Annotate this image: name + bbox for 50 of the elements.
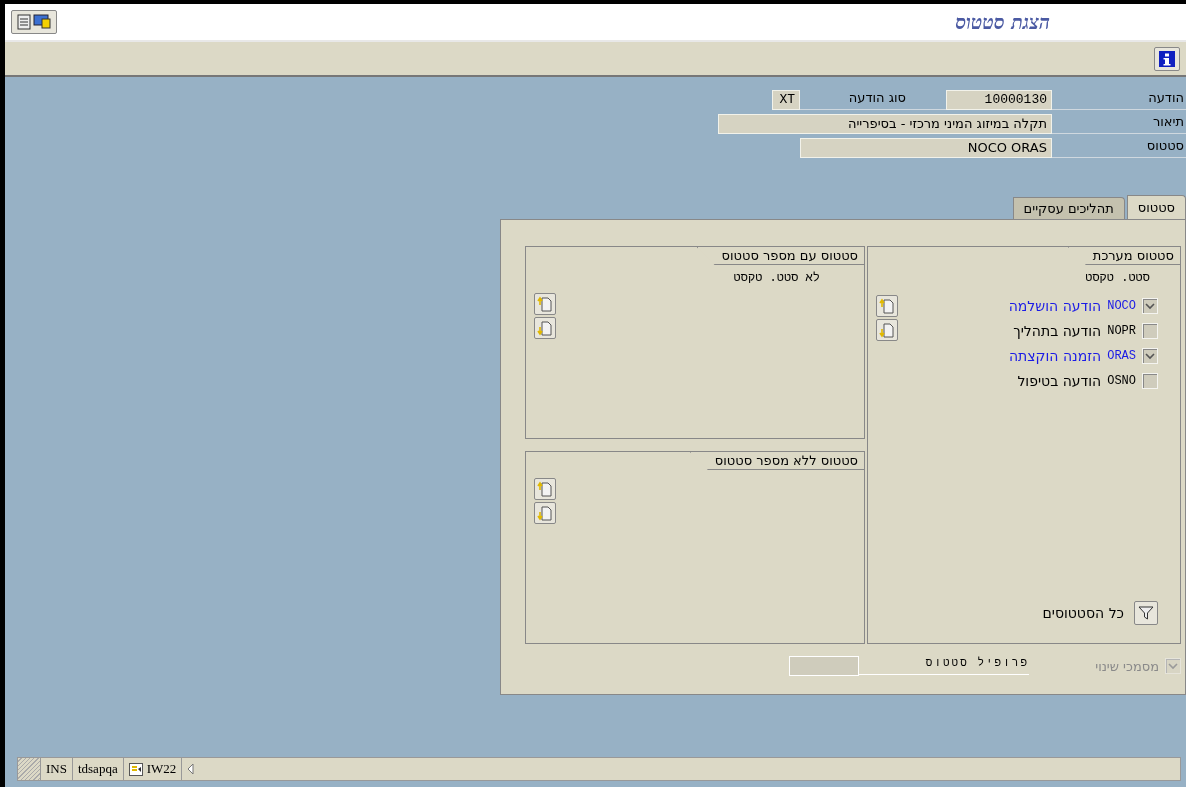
document-down-icon: [537, 505, 553, 521]
checkbox[interactable]: [1142, 322, 1158, 339]
status-item: IW22: [122, 758, 182, 780]
status-text: הודעה בתהליך: [1013, 322, 1102, 339]
document-down-icon: [537, 320, 553, 336]
tab[interactable]: סטטוס: [1126, 195, 1186, 219]
status-text: הודעה הושלמה: [1008, 297, 1102, 314]
document-up-icon: [879, 298, 895, 314]
column-header: סטט. טקסט: [1084, 271, 1151, 285]
move-down-button[interactable]: [876, 319, 898, 341]
checkbox[interactable]: [1142, 372, 1158, 389]
input-field[interactable]: תקלה במיזוג המיני מרכזי - בסיפרייה: [718, 114, 1052, 134]
input-field[interactable]: XT: [772, 90, 800, 110]
status-text: הודעה בטיפול: [1017, 372, 1102, 389]
move-down-button[interactable]: [534, 502, 556, 524]
status-code: NOCO: [1107, 298, 1136, 313]
group-title: סטטוס ללא מספר סטטוס: [689, 452, 864, 470]
move-up-button[interactable]: [534, 293, 556, 315]
status-code: OSNO: [1107, 373, 1136, 388]
check-icon: [1145, 301, 1155, 310]
transaction-icon: [128, 762, 143, 776]
group-title: סטטוס עם מספר סטטוס: [696, 247, 864, 265]
check-icon: [1145, 351, 1155, 360]
input-field[interactable]: NOCO ORAS: [800, 138, 1052, 158]
document-up-icon: [537, 481, 553, 497]
move-up-button[interactable]: [534, 478, 556, 500]
input-field[interactable]: 10000130: [946, 90, 1052, 110]
input-field[interactable]: [789, 656, 859, 676]
status-text: הזמנה הוקצתה: [1008, 347, 1102, 364]
document-down-icon: [879, 322, 895, 338]
checkbox[interactable]: [1142, 297, 1158, 314]
document-up-icon: [537, 296, 553, 312]
filter-label: כל הסטטוסים: [1042, 605, 1124, 621]
status-code: ORAS: [1107, 348, 1136, 363]
tab[interactable]: תהליכים עסקיים: [1012, 197, 1125, 219]
checkbox-label: מסמכי שינוי: [1094, 658, 1159, 674]
move-up-button[interactable]: [876, 295, 898, 317]
window-title: הצגת סטטוס: [954, 10, 1051, 34]
info-icon[interactable]: [1159, 50, 1175, 67]
column-header: לא סטט. טקסט: [732, 271, 820, 285]
status-code: NOPR: [1107, 323, 1136, 338]
resize-grip[interactable]: [18, 758, 40, 780]
monitor-icon[interactable]: [33, 14, 51, 30]
checkbox[interactable]: [1142, 347, 1158, 364]
check-icon: [1168, 662, 1178, 670]
filter-button[interactable]: [1134, 601, 1158, 625]
status-item: tdsapqa: [71, 758, 123, 780]
move-down-button[interactable]: [534, 317, 556, 339]
filter-icon: [1138, 605, 1154, 621]
group-title: סטטוס מערכת: [1067, 247, 1180, 265]
